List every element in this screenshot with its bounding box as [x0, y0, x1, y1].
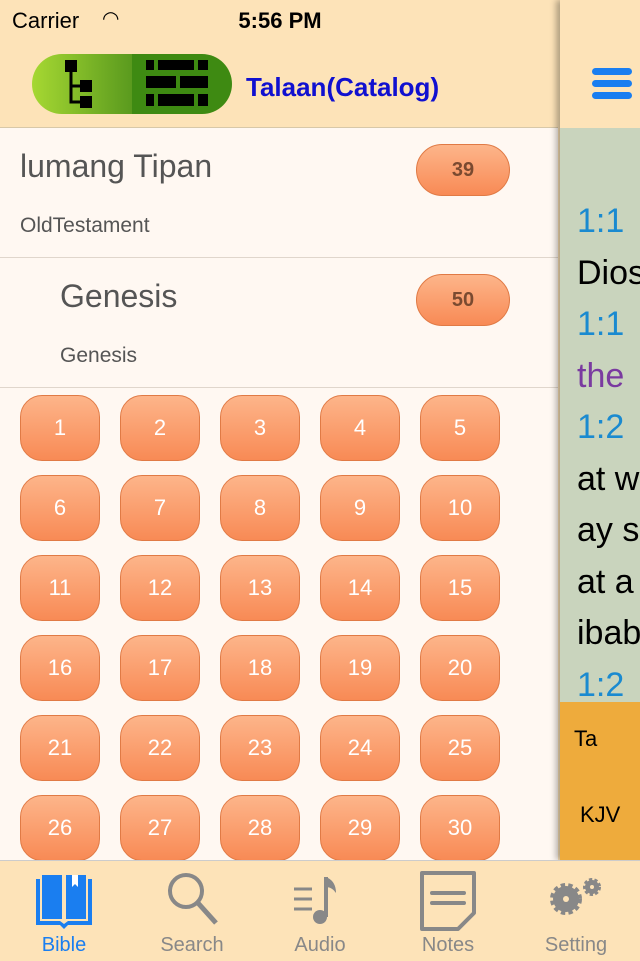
chapter-button[interactable]: 2	[120, 395, 200, 461]
verse-line: 1:2	[577, 408, 625, 446]
chapter-button[interactable]: 27	[120, 795, 200, 860]
tab-notes[interactable]: Notes	[384, 861, 512, 961]
chapter-count-badge: 50	[416, 274, 510, 326]
testament-row[interactable]: lumang Tipan OldTestament 39	[0, 128, 558, 258]
chapter-button[interactable]: 25	[420, 715, 500, 781]
tab-label: Audio	[294, 934, 346, 956]
chapter-button[interactable]: 5	[420, 395, 500, 461]
menu-icon[interactable]	[592, 68, 632, 104]
music-icon	[294, 877, 336, 924]
chapter-button[interactable]: 26	[20, 795, 100, 860]
verse-line: 1:1	[577, 305, 625, 343]
testament-subtitle: OldTestament	[20, 214, 150, 237]
chapter-button[interactable]: 12	[120, 555, 200, 621]
chapter-button[interactable]: 15	[420, 555, 500, 621]
chapter-button[interactable]: 3	[220, 395, 300, 461]
book-row[interactable]: Genesis Genesis 50	[0, 258, 558, 388]
chapter-button[interactable]: 18	[220, 635, 300, 701]
chapter-button[interactable]: 30	[420, 795, 500, 860]
chapter-button[interactable]: 24	[320, 715, 400, 781]
verse-line: Dios	[577, 253, 640, 292]
chapter-button[interactable]: 8	[220, 475, 300, 541]
chapter-button[interactable]: 9	[320, 475, 400, 541]
page-title: Talaan(Catalog)	[246, 72, 440, 102]
chapter-button[interactable]: 16	[20, 635, 100, 701]
verse-line: 1:2	[577, 665, 625, 704]
verse-line: ibab	[577, 614, 640, 652]
tab-bible[interactable]: Bible	[0, 861, 128, 961]
chapter-button[interactable]: 22	[120, 715, 200, 781]
chapter-button[interactable]: 1	[20, 395, 100, 461]
gear-icon	[550, 878, 601, 915]
verse-line: 1:1	[577, 202, 625, 240]
chapter-button[interactable]: 11	[20, 555, 100, 621]
book-name: Genesis	[60, 278, 178, 314]
book-count-badge: 39	[416, 144, 510, 196]
search-icon	[168, 873, 218, 925]
verse-line: the	[577, 356, 625, 395]
chapter-grid: 1 2 3 4 5 6 7 8 9 10 11 12 13 14 15 16 17 18 19 20 21 22 23 24 2…	[0, 388, 558, 860]
verse-line: ay s	[577, 511, 640, 549]
book-subtitle: Genesis	[60, 344, 138, 367]
tab-search[interactable]: Search	[128, 861, 256, 961]
translation-label: Ta	[574, 726, 598, 751]
tab-label: Search	[160, 934, 224, 956]
tab-audio[interactable]: Audio	[256, 861, 384, 961]
catalog-header: Talaan(Catalog)	[0, 40, 558, 128]
chapter-button[interactable]: 14	[320, 555, 400, 621]
tab-label: Notes	[421, 934, 475, 956]
chapter-button[interactable]: 23	[220, 715, 300, 781]
chapter-button[interactable]: 4	[320, 395, 400, 461]
chapter-button[interactable]: 6	[20, 475, 100, 541]
tree-view-icon[interactable]	[32, 54, 132, 114]
chapter-button[interactable]: 19	[320, 635, 400, 701]
testament-name: lumang Tipan	[20, 148, 213, 184]
chapter-button[interactable]: 21	[20, 715, 100, 781]
reader-panel[interactable]: 1:1 Dios 1:1 the 1:2 at w ay s at a ibab 1:2 Ta K…	[560, 0, 640, 860]
view-toggle[interactable]	[32, 54, 232, 114]
tab-label: Setting	[544, 934, 608, 956]
catalog-panel: Talaan(Catalog) lumang Tipan OldTestamen…	[0, 0, 558, 860]
book-icon	[36, 875, 92, 929]
tab-setting[interactable]: Setting	[512, 861, 640, 961]
chapter-button[interactable]: 13	[220, 555, 300, 621]
chapter-button[interactable]: 28	[220, 795, 300, 860]
reader-header	[560, 0, 640, 128]
chapter-button[interactable]: 20	[420, 635, 500, 701]
tab-bar: Bible Search Audio Notes Setting	[0, 860, 640, 960]
chapter-button[interactable]: 29	[320, 795, 400, 860]
tab-label: Bible	[41, 934, 87, 956]
chapter-button[interactable]: 17	[120, 635, 200, 701]
notes-icon	[420, 871, 476, 931]
chapter-button[interactable]: 7	[120, 475, 200, 541]
verse-line: at a	[577, 562, 634, 601]
chapter-button[interactable]: 10	[420, 475, 500, 541]
kjv-label: KJV	[580, 802, 621, 827]
verse-line: at w	[577, 459, 640, 498]
grid-view-icon[interactable]	[132, 54, 232, 114]
reader-footer: Ta KJV	[560, 702, 640, 860]
